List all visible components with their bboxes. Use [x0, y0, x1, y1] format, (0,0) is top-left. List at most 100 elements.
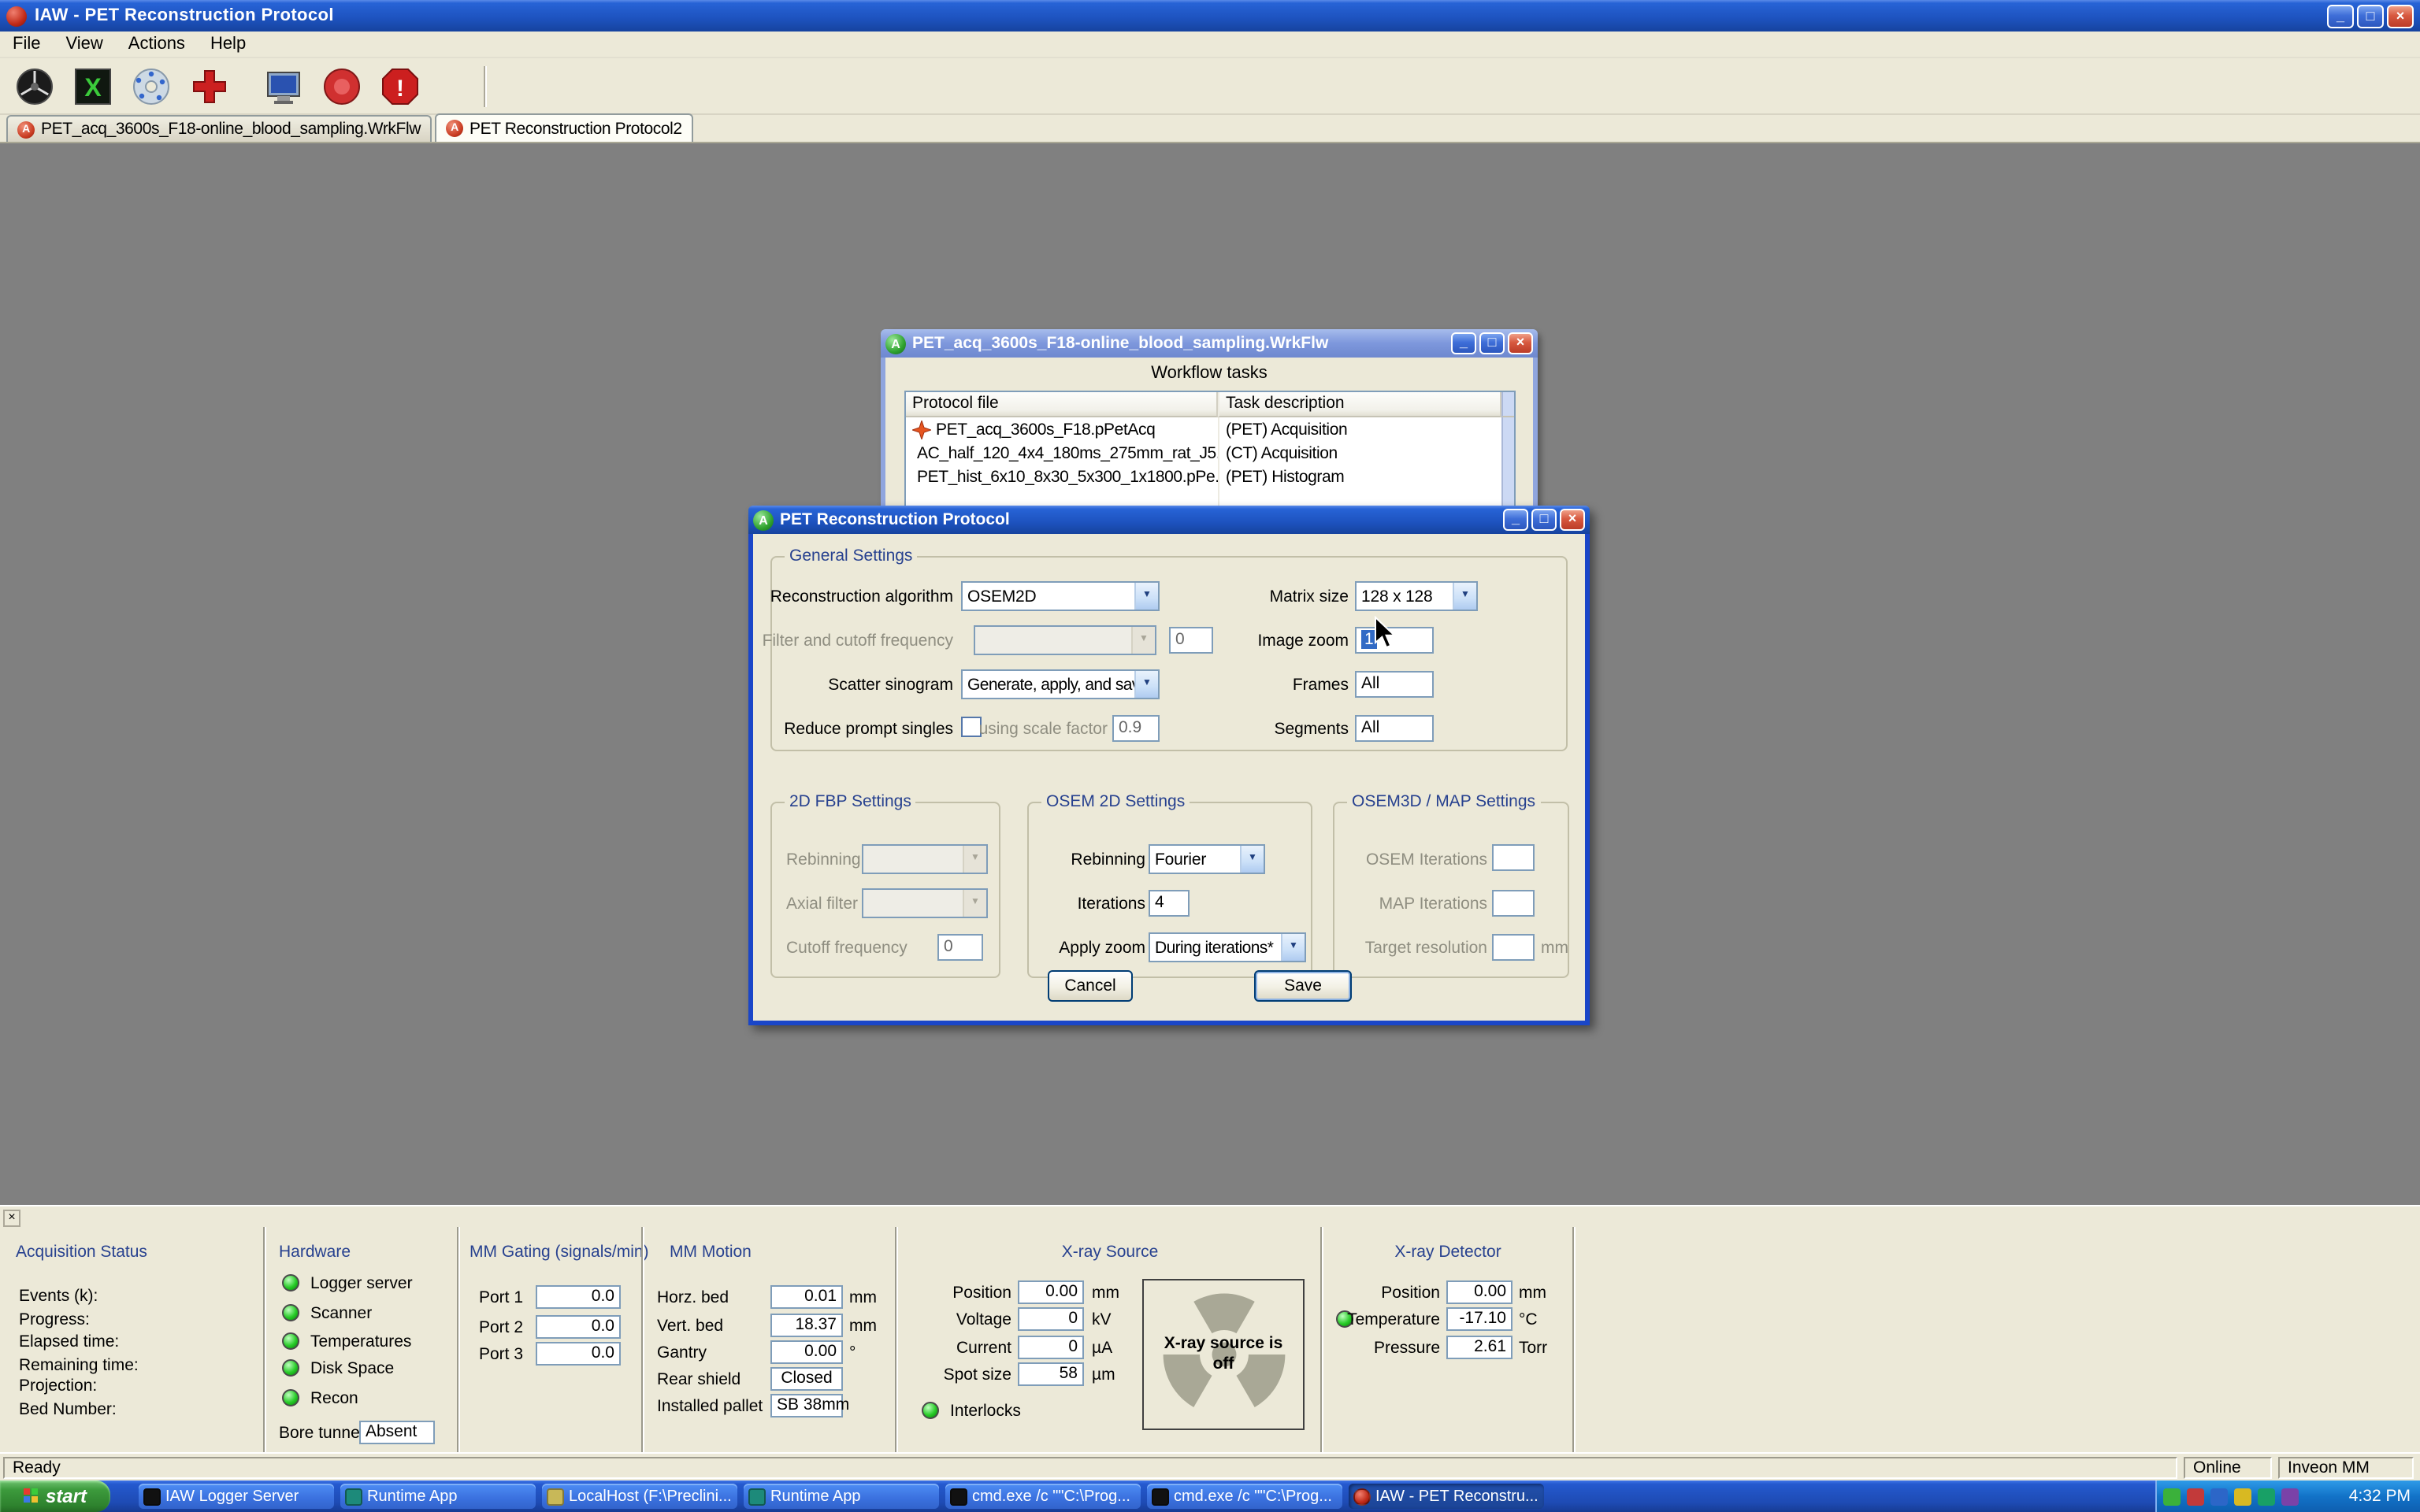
separator: [1320, 1227, 1323, 1454]
target-resolution-label: Target resolution: [1365, 937, 1487, 959]
maximize-button[interactable]: □: [2357, 4, 2384, 28]
scale-factor-label: using scale factor: [979, 718, 1108, 740]
filter-cutoff-label: Filter and cutoff frequency: [763, 630, 953, 652]
section-title: Hardware: [279, 1243, 351, 1262]
workflow-titlebar[interactable]: A PET_acq_3600s_F18-online_blood_samplin…: [881, 329, 1538, 358]
field-label: Pressure: [1374, 1339, 1440, 1359]
protocol-file: PET_acq_3600s_F18.pPetAcq: [936, 420, 1155, 439]
iterations-field[interactable]: 4: [1149, 890, 1190, 917]
fbp-rebinning-select: ▼: [862, 844, 988, 874]
stop-icon[interactable]: !: [378, 64, 422, 108]
group-legend: 2D FBP Settings: [785, 792, 916, 811]
taskbar-item-label: IAW - PET Reconstru...: [1375, 1488, 1538, 1505]
workflow-task-table: Protocol file Task description PET_acq_3…: [904, 391, 1516, 513]
excel-icon[interactable]: X: [71, 64, 115, 108]
separator: [895, 1227, 898, 1454]
record-icon[interactable]: [320, 64, 364, 108]
reconstruction-algorithm-select[interactable]: OSEM2D ▼: [961, 581, 1160, 611]
tray-icon[interactable]: [2281, 1488, 2299, 1505]
close-button[interactable]: ×: [2387, 4, 2414, 28]
chevron-down-icon[interactable]: ▼: [1240, 846, 1264, 873]
field-value: 0.0: [536, 1342, 621, 1366]
taskbar-item[interactable]: LocalHost (F:\Preclini...: [542, 1484, 737, 1509]
add-icon[interactable]: [187, 64, 232, 108]
hardware-section: Hardware Logger server Scanner Temperatu…: [269, 1227, 455, 1454]
taskbar-item[interactable]: IAW Logger Server: [139, 1484, 334, 1509]
disc-icon[interactable]: [129, 64, 173, 108]
table-row[interactable]: AC_half_120_4x4_180ms_275mm_rat_J5... (C…: [906, 441, 1514, 465]
screen: IAW - PET Reconstruction Protocol _ □ × …: [0, 0, 2420, 1512]
field-label: Rear shield: [657, 1370, 740, 1391]
app-icon: [6, 6, 27, 26]
chevron-down-icon[interactable]: ▼: [1281, 934, 1305, 961]
online-status: Online: [2184, 1457, 2272, 1479]
filter-select: ▼: [974, 625, 1156, 655]
segments-field[interactable]: All: [1355, 715, 1434, 742]
close-button[interactable]: ×: [1560, 509, 1585, 531]
tray-icon[interactable]: [2187, 1488, 2204, 1505]
minimize-button[interactable]: _: [1451, 332, 1476, 354]
table-row[interactable]: PET_hist_6x10_8x30_5x300_1x1800.pPe... (…: [906, 465, 1514, 488]
minimize-button[interactable]: _: [2327, 4, 2354, 28]
svg-text:X: X: [84, 72, 102, 101]
taskbar-item[interactable]: Runtime App: [744, 1484, 939, 1509]
taskbar-item[interactable]: cmd.exe /c ""C:\Prog...: [1147, 1484, 1342, 1509]
scrollbar[interactable]: [1501, 417, 1514, 441]
menu-actions[interactable]: Actions: [116, 32, 198, 56]
tray-icon[interactable]: [2258, 1488, 2275, 1505]
field-label: Voltage: [956, 1310, 1011, 1331]
taskbar-item[interactable]: cmd.exe /c ""C:\Prog...: [945, 1484, 1141, 1509]
menu-help[interactable]: Help: [198, 32, 258, 56]
main-titlebar[interactable]: IAW - PET Reconstruction Protocol _ □ ×: [0, 0, 2420, 32]
chevron-down-icon[interactable]: ▼: [1453, 583, 1476, 610]
start-button[interactable]: start: [0, 1480, 110, 1512]
tray-icon[interactable]: [2234, 1488, 2251, 1505]
scatter-sinogram-select[interactable]: Generate, apply, and save ▼: [961, 669, 1160, 699]
tab-workflow[interactable]: A PET_acq_3600s_F18-online_blood_samplin…: [6, 115, 432, 142]
menu-view[interactable]: View: [53, 32, 115, 56]
dialog-titlebar[interactable]: A PET Reconstruction Protocol _ □ ×: [748, 506, 1590, 534]
apply-zoom-select[interactable]: During iterations* ▼: [1149, 932, 1306, 962]
xray-source-indicator: X-ray source is off: [1142, 1279, 1305, 1430]
panel-close-button[interactable]: ×: [3, 1210, 20, 1227]
taskbar-item[interactable]: Runtime App: [340, 1484, 536, 1509]
field-value: 0.0: [536, 1285, 621, 1309]
minimize-button[interactable]: _: [1503, 509, 1528, 531]
group-legend: General Settings: [785, 547, 917, 565]
menu-file[interactable]: File: [0, 32, 53, 56]
separator: [457, 1227, 460, 1454]
save-button[interactable]: Save: [1254, 970, 1352, 1002]
table-row[interactable]: PET_acq_3600s_F18.pPetAcq (PET) Acquisit…: [906, 417, 1514, 441]
matrix-size-select[interactable]: 128 x 128 ▼: [1355, 581, 1478, 611]
scrollbar[interactable]: [1501, 465, 1514, 488]
bore-tunnel-label: Bore tunnel: [279, 1424, 363, 1444]
scrollbar[interactable]: [1501, 441, 1514, 465]
column-header-protocol-file[interactable]: Protocol file: [906, 392, 1218, 417]
chevron-down-icon[interactable]: ▼: [1134, 671, 1158, 698]
close-button[interactable]: ×: [1508, 332, 1533, 354]
maximize-button[interactable]: □: [1531, 509, 1557, 531]
iterations-label: Iterations: [1078, 893, 1145, 915]
taskbar-item-active[interactable]: IAW - PET Reconstru...: [1349, 1484, 1544, 1509]
tab-reconstruction-protocol[interactable]: A PET Reconstruction Protocol2: [435, 113, 693, 142]
axial-filter-label: Axial filter: [786, 893, 858, 915]
task-description: (PET) Acquisition: [1218, 417, 1501, 441]
field-value: 18.37: [770, 1314, 843, 1337]
osem2d-rebinning-select[interactable]: Fourier ▼: [1149, 844, 1265, 874]
field-label: Port 1: [479, 1288, 523, 1309]
field-label: Current: [956, 1339, 1011, 1359]
scrollbar[interactable]: [1501, 392, 1514, 417]
aperture-icon[interactable]: [13, 64, 57, 108]
taskbar-item-label: LocalHost (F:\Preclini...: [569, 1488, 732, 1505]
chevron-down-icon[interactable]: ▼: [1134, 583, 1158, 610]
workflow-title: PET_acq_3600s_F18-online_blood_sampling.…: [912, 334, 1451, 353]
column-header-task-description[interactable]: Task description: [1218, 392, 1501, 417]
cancel-button[interactable]: Cancel: [1048, 970, 1133, 1002]
maximize-button[interactable]: □: [1479, 332, 1505, 354]
task-description: (CT) Acquisition: [1218, 441, 1501, 465]
tray-icon[interactable]: [2210, 1488, 2228, 1505]
tray-icon[interactable]: [2163, 1488, 2181, 1505]
frames-field[interactable]: All: [1355, 671, 1434, 698]
monitor-icon[interactable]: [262, 64, 306, 108]
field-unit: kV: [1092, 1310, 1112, 1331]
